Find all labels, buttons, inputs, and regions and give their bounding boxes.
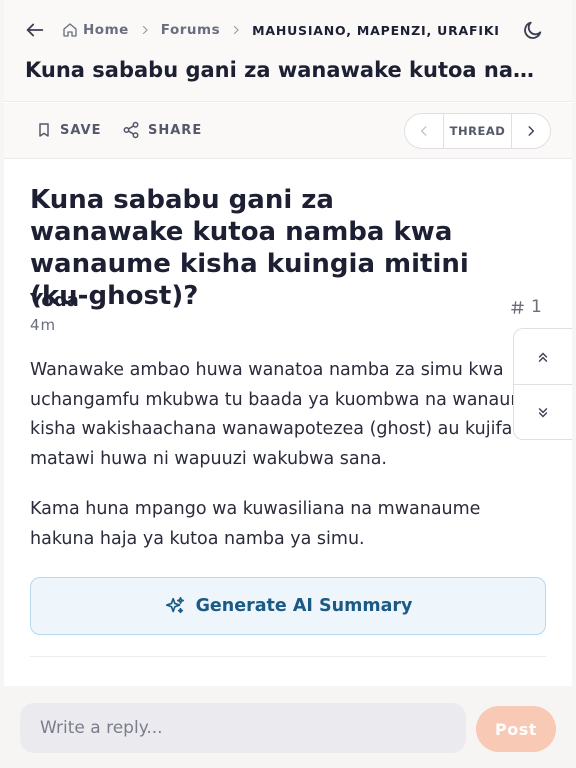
top-header: Home Forums MAHUSIANO, MAPENZI, URAFIKI … — [4, 0, 572, 102]
post-line: Wanawake ambao huwa wanatoa namba za sim… — [30, 360, 504, 380]
save-label: SAVE — [60, 122, 102, 138]
chevron-right-icon — [234, 25, 239, 35]
theme-toggle-button[interactable] — [522, 19, 544, 41]
chevron-right-icon — [528, 126, 535, 136]
post-paragraph-1: Wanawake ambao huwa wanatoa namba za sim… — [30, 356, 520, 474]
breadcrumb-current[interactable]: MAHUSIANO, MAPENZI, URAFIKI — [252, 23, 500, 38]
thread-page: Home Forums MAHUSIANO, MAPENZI, URAFIKI … — [4, 0, 572, 768]
back-button[interactable] — [24, 19, 46, 41]
post-author[interactable]: Yoda — [30, 290, 79, 311]
header-title: Kuna sababu gani za wanawake kutoa namba… — [25, 58, 535, 82]
moon-icon — [524, 21, 542, 39]
post-line: matawi huwa ni wapuuzi wakubwa sana. — [30, 448, 387, 469]
breadcrumb: Home Forums MAHUSIANO, MAPENZI, URAFIKI — [62, 20, 500, 40]
post-paragraph-2: Kama huna mpango wa kuwasiliana na mwana… — [30, 499, 481, 549]
action-bar: SAVE SHARE THREAD — [4, 103, 572, 159]
post-number[interactable]: 1 — [510, 297, 542, 317]
thread-next-button[interactable] — [512, 114, 550, 148]
hash-icon — [511, 300, 524, 314]
breadcrumb-home-label: Home — [83, 22, 129, 38]
ai-summary-label: Generate AI Summary — [195, 596, 413, 616]
sparkles-icon — [165, 596, 184, 614]
double-chevron-up-icon — [538, 352, 548, 362]
chevron-right-icon — [142, 25, 148, 35]
arrow-left-icon — [26, 23, 44, 37]
save-button[interactable]: SAVE — [36, 121, 101, 139]
thread-prev-button[interactable] — [405, 114, 443, 148]
scroll-controls — [513, 328, 572, 440]
post-title: Kuna sababu gani za wanawake kutoa namba… — [30, 185, 469, 311]
scroll-bottom-button[interactable] — [514, 385, 572, 441]
bookmark-icon — [39, 123, 49, 137]
post-line: uchangamfu mkubwa tu baada ya kuombwa na… — [30, 389, 520, 410]
share-icon — [123, 121, 139, 139]
breadcrumb-home[interactable]: Home — [62, 22, 129, 38]
divider — [30, 656, 546, 657]
share-label: SHARE — [148, 122, 203, 138]
post-number-value: 1 — [531, 297, 542, 317]
scroll-top-button[interactable] — [514, 329, 572, 385]
post-line: kisha wakishaachana wanawapotezea (ghost… — [30, 419, 520, 439]
post-time: 4m — [30, 316, 57, 334]
reply-bar: Post — [0, 686, 576, 768]
breadcrumb-forums[interactable]: Forums — [161, 22, 220, 38]
double-chevron-down-icon — [538, 408, 548, 418]
post-reply-button[interactable]: Post — [476, 706, 556, 752]
post-body: Wanawake ambao huwa wanatoa namba za sim… — [30, 356, 520, 556]
home-icon — [63, 23, 77, 37]
share-button[interactable]: SHARE — [122, 121, 202, 139]
thread-label: THREAD — [443, 114, 512, 148]
generate-ai-summary-button[interactable]: Generate AI Summary — [30, 577, 546, 635]
reply-input[interactable] — [20, 703, 466, 753]
thread-navigator: THREAD — [404, 113, 551, 149]
chevron-left-icon — [420, 126, 427, 136]
